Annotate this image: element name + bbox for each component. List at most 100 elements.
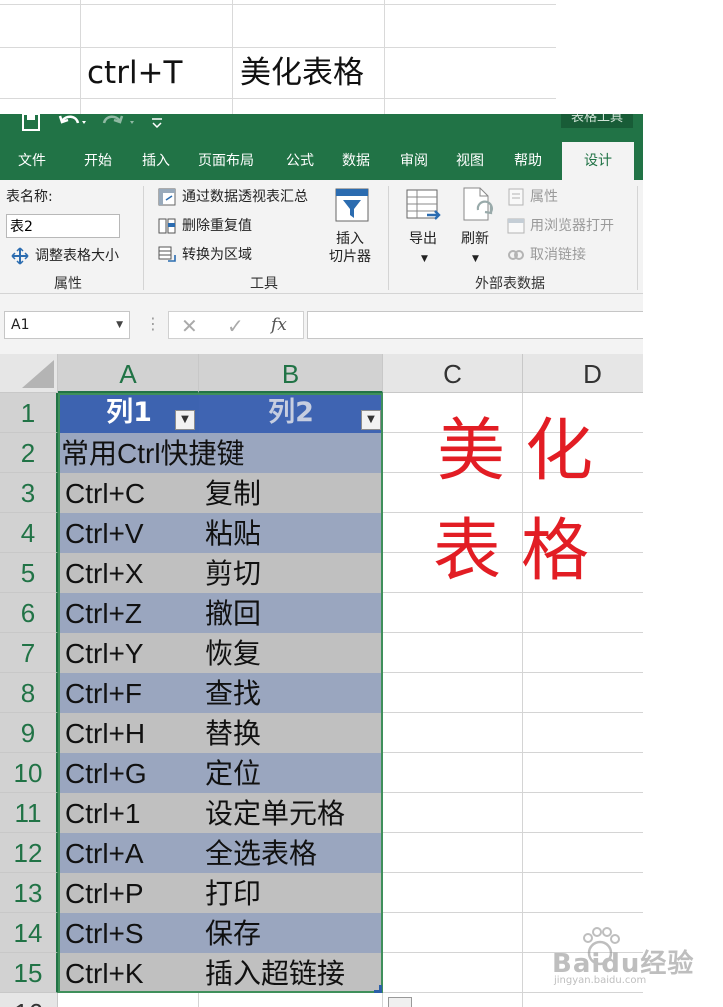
pivot-summary-button[interactable]: 通过数据透视表汇总 bbox=[182, 188, 308, 206]
table-cell-description[interactable]: 全选表格 bbox=[199, 833, 383, 873]
column-header-b[interactable]: B bbox=[199, 354, 383, 393]
remove-duplicates-button[interactable]: 删除重复值 bbox=[182, 217, 252, 235]
select-all-corner[interactable] bbox=[0, 354, 58, 393]
grid-cell[interactable] bbox=[523, 873, 643, 913]
customize-qat-icon[interactable] bbox=[150, 112, 164, 136]
grid-cell[interactable] bbox=[523, 713, 643, 753]
grid-cell[interactable] bbox=[58, 993, 199, 1007]
table-cell-shortcut[interactable]: Ctrl+Y bbox=[59, 633, 199, 673]
grid-cell[interactable] bbox=[523, 793, 643, 833]
table-cell-shortcut[interactable]: Ctrl+1 bbox=[59, 793, 199, 833]
grid-cell[interactable] bbox=[523, 593, 643, 633]
row-header[interactable]: 5 bbox=[0, 553, 58, 593]
column-header-d[interactable]: D bbox=[523, 354, 643, 393]
row-header[interactable]: 16 bbox=[0, 993, 58, 1007]
table-cell-shortcut[interactable]: Ctrl+C bbox=[59, 473, 199, 513]
chevron-down-icon[interactable]: ▼ bbox=[472, 250, 479, 268]
grid-cell[interactable] bbox=[383, 753, 523, 793]
tab-data[interactable]: 数据 bbox=[342, 142, 370, 180]
tab-formulas[interactable]: 公式 bbox=[286, 142, 314, 180]
insert-slicer-label-2[interactable]: 切片器 bbox=[329, 248, 371, 266]
side-text-line-1[interactable]: 美化 bbox=[437, 412, 613, 492]
grid-cell[interactable] bbox=[383, 873, 523, 913]
tab-file[interactable]: 文件 bbox=[18, 142, 46, 180]
table-name-input[interactable] bbox=[6, 214, 120, 238]
table-cell-shortcut[interactable]: Ctrl+G bbox=[59, 753, 199, 793]
tab-home[interactable]: 开始 bbox=[84, 142, 112, 180]
quick-analysis-icon[interactable] bbox=[388, 997, 412, 1007]
row-header[interactable]: 11 bbox=[0, 793, 58, 833]
row-header[interactable]: 12 bbox=[0, 833, 58, 873]
row-header[interactable]: 13 bbox=[0, 873, 58, 913]
row-header[interactable]: 4 bbox=[0, 513, 58, 553]
refresh-button[interactable]: 刷新 bbox=[461, 230, 489, 248]
tab-review[interactable]: 审阅 bbox=[400, 142, 428, 180]
row-header[interactable]: 8 bbox=[0, 673, 58, 713]
table-resize-handle[interactable] bbox=[374, 985, 382, 993]
grid-cell[interactable] bbox=[199, 993, 383, 1007]
save-icon[interactable] bbox=[22, 112, 40, 136]
table-cell-description[interactable]: 恢复 bbox=[199, 633, 383, 673]
insert-slicer-label-1[interactable]: 插入 bbox=[336, 230, 364, 248]
cancel-icon[interactable]: ✕ bbox=[181, 314, 198, 338]
table-cell-description[interactable]: 保存 bbox=[199, 913, 383, 953]
redo-icon[interactable] bbox=[102, 112, 138, 136]
side-text-line-2[interactable]: 表格 bbox=[433, 512, 609, 592]
tab-insert[interactable]: 插入 bbox=[142, 142, 170, 180]
table-header-col1[interactable]: 列1 ▼ bbox=[59, 393, 199, 433]
chevron-down-icon[interactable]: ▼ bbox=[116, 312, 123, 338]
resize-table-button[interactable]: 调整表格大小 bbox=[35, 247, 119, 265]
column-header-a[interactable]: A bbox=[58, 354, 199, 393]
grid-cell[interactable] bbox=[383, 593, 523, 633]
grid-cell[interactable] bbox=[383, 713, 523, 753]
table-cell-shortcut[interactable]: Ctrl+A bbox=[59, 833, 199, 873]
drag-handle-icon[interactable]: ⋮ bbox=[145, 314, 161, 334]
table-cell-description[interactable]: 定位 bbox=[199, 753, 383, 793]
row-header[interactable]: 1 bbox=[0, 393, 58, 433]
grid-cell[interactable] bbox=[523, 993, 643, 1007]
chevron-down-icon[interactable]: ▼ bbox=[421, 250, 428, 268]
table-cell-description[interactable]: 复制 bbox=[199, 473, 383, 513]
tab-design[interactable]: 设计 bbox=[562, 142, 634, 180]
top-cell-desc[interactable]: 美化表格 bbox=[240, 48, 364, 98]
export-button[interactable]: 导出 bbox=[409, 230, 437, 248]
grid-cell[interactable] bbox=[383, 673, 523, 713]
table-cell-shortcut[interactable]: Ctrl+K bbox=[59, 953, 199, 993]
top-cell-shortcut[interactable]: ctrl+T bbox=[87, 48, 182, 98]
table-cell-description[interactable]: 插入超链接 bbox=[199, 953, 383, 993]
table-cell-description[interactable]: 查找 bbox=[199, 673, 383, 713]
filter-dropdown-icon[interactable]: ▼ bbox=[175, 410, 195, 430]
row-header[interactable]: 14 bbox=[0, 913, 58, 953]
row-header[interactable]: 10 bbox=[0, 753, 58, 793]
row-header[interactable]: 15 bbox=[0, 953, 58, 993]
insert-function-icon[interactable]: fx bbox=[271, 315, 287, 335]
row-header[interactable]: 2 bbox=[0, 433, 58, 473]
table-cell-description[interactable]: 设定单元格 bbox=[199, 793, 383, 833]
grid-cell[interactable] bbox=[383, 913, 523, 953]
tab-view[interactable]: 视图 bbox=[456, 142, 484, 180]
formula-input[interactable] bbox=[307, 311, 643, 339]
convert-to-range-button[interactable]: 转换为区域 bbox=[182, 246, 252, 264]
grid-cell[interactable] bbox=[383, 953, 523, 993]
table-cell-description[interactable]: 粘贴 bbox=[199, 513, 383, 553]
undo-icon[interactable] bbox=[58, 112, 88, 136]
table-cell-shortcut[interactable]: Ctrl+P bbox=[59, 873, 199, 913]
open-in-browser-button[interactable]: 用浏览器打开 bbox=[530, 217, 614, 235]
filter-dropdown-icon[interactable]: ▼ bbox=[361, 410, 381, 430]
row-header[interactable]: 3 bbox=[0, 473, 58, 513]
table-cell-shortcut[interactable]: Ctrl+V bbox=[59, 513, 199, 553]
enter-icon[interactable]: ✓ bbox=[227, 314, 244, 338]
grid-cell[interactable] bbox=[383, 793, 523, 833]
merged-title-cell[interactable]: 常用Ctrl快捷键 bbox=[59, 433, 383, 473]
row-header[interactable]: 6 bbox=[0, 593, 58, 633]
row-header[interactable]: 7 bbox=[0, 633, 58, 673]
table-cell-shortcut[interactable]: Ctrl+S bbox=[59, 913, 199, 953]
grid-cell[interactable] bbox=[523, 673, 643, 713]
tab-help[interactable]: 帮助 bbox=[514, 142, 542, 180]
grid-cell[interactable] bbox=[383, 633, 523, 673]
table-header-col2[interactable]: 列2 ▼ bbox=[199, 393, 383, 433]
unlink-button[interactable]: 取消链接 bbox=[530, 246, 586, 264]
row-header[interactable]: 9 bbox=[0, 713, 58, 753]
table-cell-shortcut[interactable]: Ctrl+Z bbox=[59, 593, 199, 633]
grid-cell[interactable] bbox=[523, 633, 643, 673]
